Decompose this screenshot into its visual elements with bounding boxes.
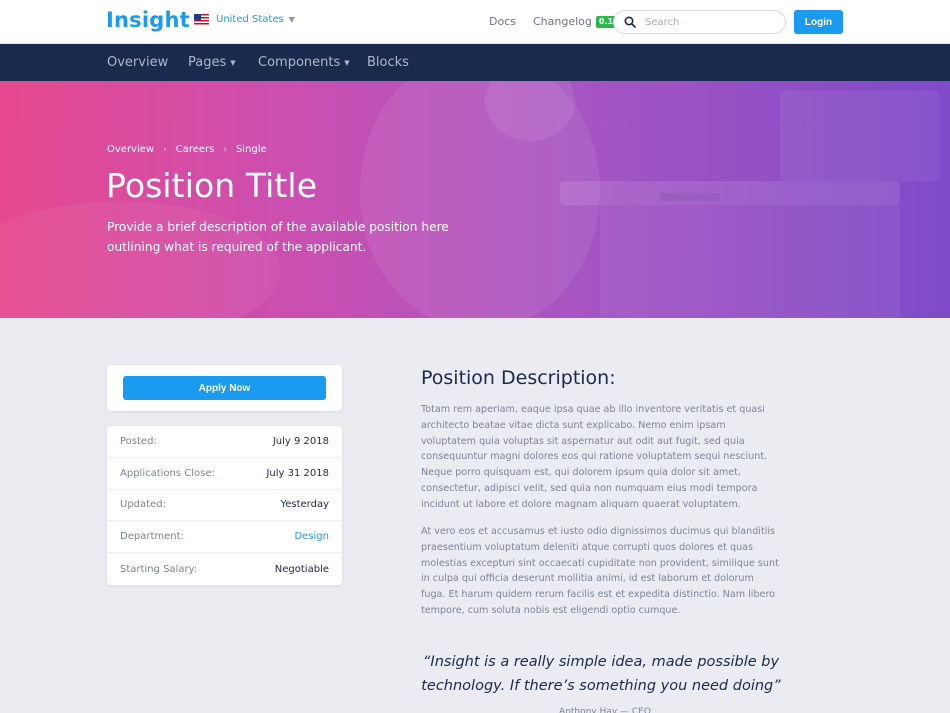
page-title: Position Title <box>106 166 318 205</box>
detail-value: July 31 2018 <box>266 467 329 479</box>
apply-now-button[interactable]: Apply Now <box>123 376 326 400</box>
chevron-right-icon: › <box>223 144 227 155</box>
hero-banner: Overview › Careers › Single Position Tit… <box>0 81 950 318</box>
nav-item-blocks[interactable]: Blocks <box>367 55 409 70</box>
locale-label: United States <box>216 14 284 25</box>
detail-value: Negotiable <box>274 563 329 575</box>
logo[interactable]: Insight <box>106 8 190 32</box>
detail-value: July 9 2018 <box>272 435 329 447</box>
description-paragraph: At vero eos et accusamus et iusto odio d… <box>421 526 779 616</box>
breadcrumb-overview[interactable]: Overview <box>107 144 154 155</box>
breadcrumb: Overview › Careers › Single <box>107 144 267 155</box>
login-button[interactable]: Login <box>794 10 843 34</box>
detail-row-updated: Updated: Yesterday <box>107 490 342 522</box>
nav-item-components[interactable]: Components ▼ <box>258 55 350 70</box>
hero-description: Provide a brief description of the avail… <box>107 220 449 254</box>
position-details-card: Posted: July 9 2018 Applications Close: … <box>107 426 342 585</box>
apply-card: Apply Now <box>107 365 342 411</box>
description-paragraph: Totam rem aperiam, eaque ipsa quae ab il… <box>421 404 768 510</box>
docs-link[interactable]: Docs <box>489 15 516 28</box>
changelog-link[interactable]: Changelog 0.1 <box>533 15 617 28</box>
description-heading: Position Description: <box>421 367 616 389</box>
nav-item-label: Blocks <box>367 55 409 70</box>
top-bar: Insight United States ▼ Docs Changelog 0… <box>0 0 950 44</box>
main-nav: Overview Pages ▼ Components ▼ Blocks <box>0 44 950 81</box>
caret-down-icon: ▼ <box>344 58 350 67</box>
detail-label: Applications Close: <box>120 467 215 479</box>
detail-label: Starting Salary: <box>120 563 198 575</box>
search-box[interactable] <box>613 10 786 34</box>
chevron-right-icon: › <box>163 144 167 155</box>
detail-row-department: Department: Design <box>107 521 342 554</box>
detail-label: Department: <box>120 531 184 543</box>
nav-item-label: Pages <box>188 55 227 70</box>
nav-item-label: Overview <box>107 55 169 70</box>
testimonial-quote: “Insight is a really simple idea, made p… <box>421 654 781 694</box>
nav-item-label: Components <box>258 55 341 70</box>
detail-row-starting-salary: Starting Salary: Negotiable <box>107 553 342 585</box>
detail-row-posted: Posted: July 9 2018 <box>107 426 342 458</box>
changelog-label: Changelog <box>533 15 592 28</box>
detail-value: Yesterday <box>280 499 329 511</box>
locale-selector[interactable]: United States ▼ <box>194 14 295 25</box>
search-icon <box>624 16 636 28</box>
caret-down-icon: ▼ <box>230 58 236 67</box>
detail-label: Updated: <box>120 499 166 511</box>
search-input[interactable] <box>645 16 765 28</box>
chevron-down-icon: ▼ <box>288 15 295 24</box>
us-flag-icon <box>194 14 209 25</box>
quote-attribution: Anthony Hay — CEO <box>559 707 651 713</box>
detail-label: Posted: <box>120 435 157 447</box>
breadcrumb-current: Single <box>235 144 267 155</box>
nav-item-overview[interactable]: Overview <box>107 55 168 70</box>
detail-row-applications-close: Applications Close: July 31 2018 <box>107 458 342 490</box>
department-link[interactable]: Design <box>294 531 329 542</box>
nav-item-pages[interactable]: Pages ▼ <box>188 55 236 70</box>
breadcrumb-careers[interactable]: Careers <box>176 144 215 155</box>
